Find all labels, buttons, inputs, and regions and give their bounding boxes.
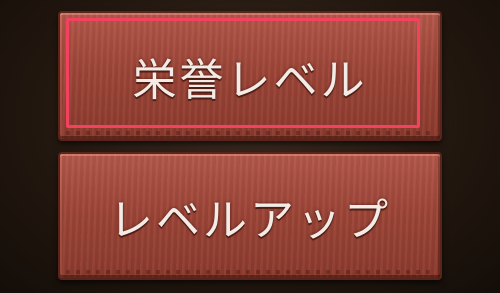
honor-level-button[interactable]: 栄誉レベル [58, 11, 442, 141]
level-up-button-label: レベルアップ [109, 195, 391, 246]
level-up-button[interactable]: レベルアップ [58, 152, 442, 280]
honor-level-button-label: 栄誉レベル [132, 55, 368, 106]
game-menu: 栄誉レベル レベルアップ [0, 0, 500, 293]
